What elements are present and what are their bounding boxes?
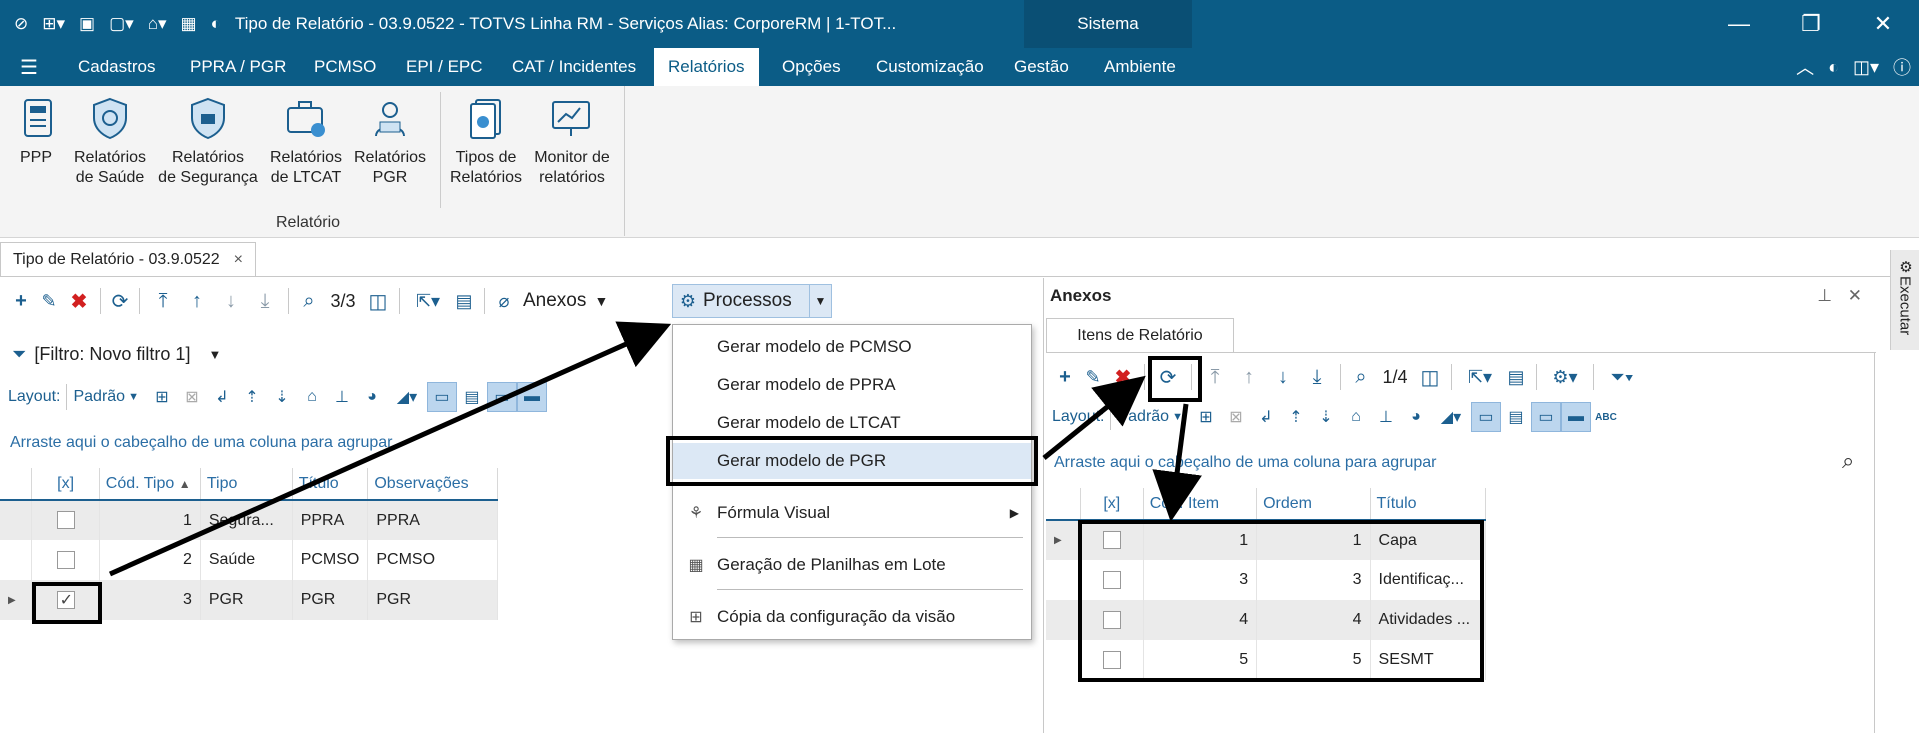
arrow-to-itens (1152, 403, 1202, 522)
callout-arrows (108, 321, 1202, 577)
arrow-to-processos (108, 321, 672, 577)
arrow-to-refresh (1042, 375, 1146, 460)
